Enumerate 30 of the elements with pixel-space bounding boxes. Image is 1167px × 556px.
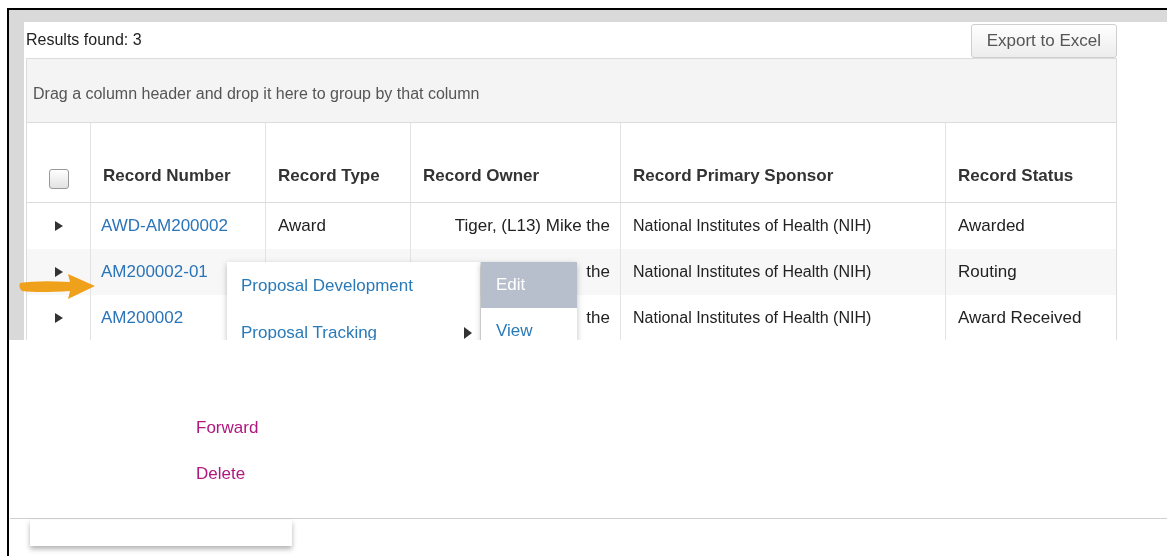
table-cell-text: Tiger, (L13) Mike the [454,215,610,238]
table-cell-text: Routing [958,261,1017,284]
record-link[interactable]: AM200002 [101,305,184,331]
export-button[interactable]: Export to Excel [970,24,1117,58]
action-link[interactable]: Forward [196,418,1167,438]
column-header[interactable]: Record Primary Sponsor [621,123,946,202]
expand-icon[interactable] [54,267,63,277]
table-cell-text: National Institutes of Health (NIH) [633,262,872,282]
menu-item[interactable]: Proposal Development [241,262,472,309]
table-cell-text: National Institutes of Health (NIH) [633,308,872,328]
arrow-icon [18,272,96,300]
table-cell-text: the [586,261,610,284]
group-panel: Drag a column header and drop it here to group by that column [27,59,1116,123]
table-cell-text: National Institutes of Health (NIH) [633,216,872,236]
results-count: Results found: 3 [26,30,142,50]
select-all-checkbox[interactable] [48,169,69,189]
table-cell-text: Awarded [958,215,1025,238]
table-cell-text: the [586,307,610,330]
expand-icon[interactable] [54,221,63,231]
table-cell-text: Award Received [958,307,1082,330]
column-header[interactable]: Record Status [946,123,1116,202]
table-cell-text: Award [278,215,326,238]
action-link[interactable]: Delete [196,464,1167,484]
column-header[interactable]: Record Owner [411,123,621,202]
column-header[interactable]: Record Type [266,123,411,202]
submenu-item[interactable]: View [481,308,577,340]
record-link[interactable]: AWD-AM200002 [101,213,228,239]
expand-icon[interactable] [54,313,63,323]
column-header[interactable]: Record Number [91,123,266,202]
record-link[interactable]: AM200002-01 [101,259,208,285]
